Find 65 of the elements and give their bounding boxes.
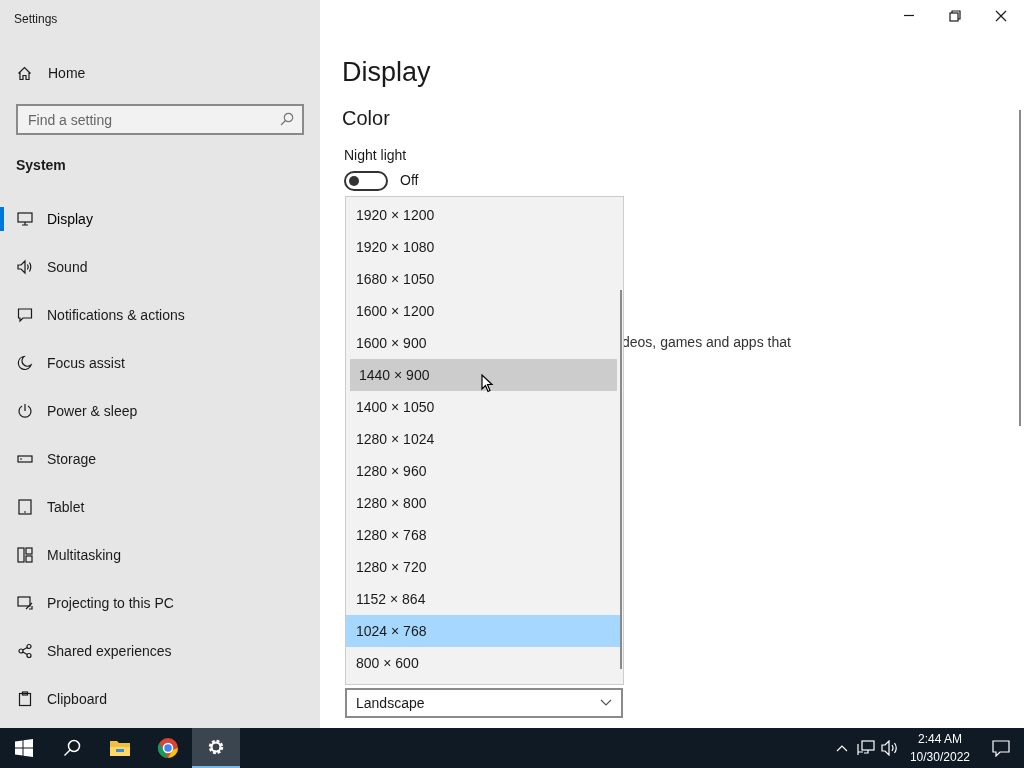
gear-icon bbox=[206, 737, 226, 757]
sidebar-item[interactable]: Clipboard bbox=[0, 675, 320, 723]
section-heading: System bbox=[15, 156, 67, 175]
sidebar-item[interactable]: Notifications & actions bbox=[0, 291, 320, 339]
window-tiles-icon bbox=[17, 547, 33, 563]
dropdown-option[interactable]: 1280 × 768 bbox=[346, 519, 623, 551]
windows-logo-icon bbox=[15, 739, 33, 757]
scrollbar-thumb[interactable] bbox=[1019, 110, 1021, 426]
sidebar-item[interactable]: Power & sleep bbox=[0, 387, 320, 435]
page-heading: Display bbox=[342, 56, 432, 89]
search-field[interactable]: Find a setting bbox=[16, 104, 304, 135]
network-icon[interactable] bbox=[856, 740, 875, 756]
speaker-icon[interactable] bbox=[880, 740, 899, 756]
dropdown-option[interactable]: 1280 × 720 bbox=[346, 551, 623, 583]
dropdown-option[interactable]: 1600 × 900 bbox=[346, 327, 623, 359]
home-nav-item[interactable]: Home bbox=[0, 52, 320, 94]
dropdown-option[interactable]: 1440 × 900 bbox=[350, 359, 617, 391]
dropdown-option[interactable]: 1680 × 1050 bbox=[346, 263, 623, 295]
setting-label: Night light bbox=[344, 146, 408, 165]
window-title: Settings bbox=[13, 11, 59, 28]
dropdown-option[interactable]: 1400 × 1050 bbox=[346, 391, 623, 423]
dropdown-option[interactable]: 1280 × 1024 bbox=[346, 423, 623, 455]
speaker-icon bbox=[17, 259, 33, 275]
clock-date[interactable]: 10/30/2022 bbox=[909, 748, 970, 766]
notification-bubble-icon[interactable] bbox=[992, 739, 1010, 757]
dropdown-option[interactable]: 1280 × 800 bbox=[346, 487, 623, 519]
scrollbar-thumb[interactable] bbox=[620, 290, 622, 669]
section-heading: Color bbox=[342, 106, 391, 131]
restore-icon[interactable] bbox=[949, 10, 961, 22]
search-icon bbox=[63, 739, 81, 757]
sidebar-item[interactable]: Focus assist bbox=[0, 339, 320, 387]
home-icon bbox=[17, 65, 32, 81]
sidebar-item[interactable]: Sound bbox=[0, 243, 320, 291]
sidebar-item[interactable]: Tablet bbox=[0, 483, 320, 531]
close-icon[interactable] bbox=[995, 10, 1007, 22]
sidebar-item[interactable]: Storage bbox=[0, 435, 320, 483]
tablet-icon bbox=[17, 499, 33, 515]
power-icon bbox=[17, 403, 33, 419]
dropdown-option[interactable]: 1600 × 1200 bbox=[346, 295, 623, 327]
chevron-down-icon bbox=[600, 699, 612, 707]
dropdown-option[interactable]: 1024 × 768 bbox=[346, 615, 620, 647]
chevron-up-icon[interactable] bbox=[835, 744, 848, 752]
share-nodes-icon bbox=[17, 643, 33, 659]
mouse-cursor-icon bbox=[481, 374, 494, 393]
moon-icon bbox=[17, 355, 33, 371]
dropdown-option[interactable]: 1920 × 1200 bbox=[346, 199, 623, 231]
sidebar-item[interactable]: Shared experiences bbox=[0, 627, 320, 675]
speech-bubble-icon bbox=[17, 307, 33, 323]
dropdown-option[interactable]: 1280 × 960 bbox=[346, 455, 623, 487]
dropdown-option[interactable]: 1152 × 864 bbox=[346, 583, 623, 615]
projection-icon bbox=[17, 595, 33, 611]
dropdown[interactable]: Landscape bbox=[345, 688, 623, 718]
search-icon bbox=[280, 112, 294, 126]
toggle-switch[interactable] bbox=[344, 170, 388, 191]
taskbar-button[interactable] bbox=[192, 728, 240, 768]
sidebar-item[interactable]: Projecting to this PC bbox=[0, 579, 320, 627]
sidebar-item[interactable]: Multitasking bbox=[0, 531, 320, 579]
browser-globe-icon bbox=[157, 737, 179, 759]
toggle-state-label: Off bbox=[400, 171, 419, 190]
clock-time[interactable]: 2:44 AM bbox=[917, 730, 962, 748]
monitor-icon bbox=[17, 211, 33, 227]
dropdown-option[interactable]: 800 × 600 bbox=[346, 647, 623, 679]
dropdown-option[interactable]: 1920 × 1080 bbox=[346, 231, 623, 263]
folder-icon bbox=[109, 739, 131, 757]
clipboard-icon bbox=[17, 691, 33, 707]
